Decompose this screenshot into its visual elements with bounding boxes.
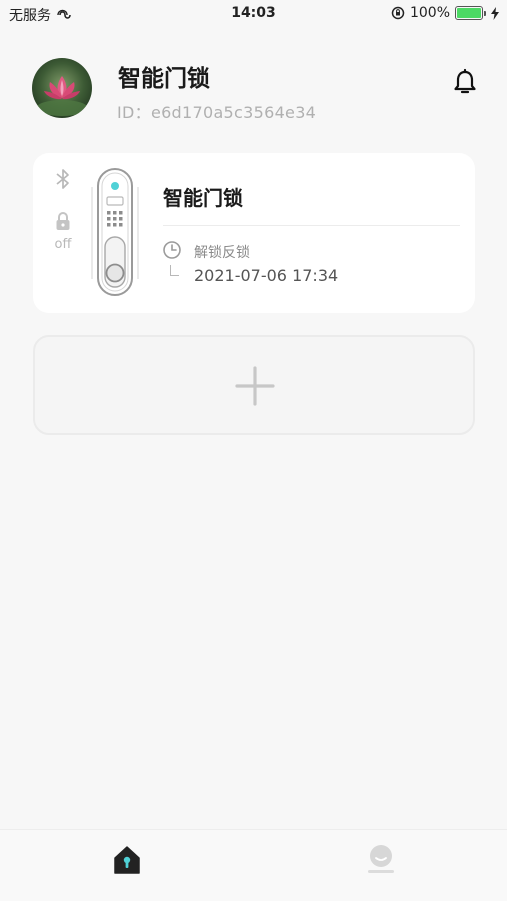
tab-bar (0, 829, 507, 901)
device-card[interactable]: off 智能门锁 解锁反锁 2021-07-06 17:34 (33, 153, 475, 313)
device-id-label: ID：e6d170a5c3564e34 (117, 103, 317, 122)
lock-state-label: off (54, 237, 72, 252)
last-event-label: 解锁反锁 (194, 245, 250, 261)
avatar[interactable] (32, 58, 92, 118)
door-lock-image (91, 168, 139, 296)
clock-icon (163, 241, 181, 259)
event-connector (170, 265, 179, 276)
page-title: 智能门锁 (118, 66, 210, 92)
tab-profile[interactable] (365, 843, 397, 875)
bluetooth-icon (56, 169, 69, 189)
bell-icon (454, 68, 476, 94)
battery-level (457, 8, 481, 18)
plus-icon (235, 366, 275, 406)
lotus-avatar-image (32, 58, 92, 118)
home-icon (114, 846, 140, 874)
card-divider (163, 225, 460, 226)
status-bar: 无服务 14:03 100% (0, 0, 507, 28)
lock-icon (56, 212, 70, 230)
battery-cap (484, 10, 486, 16)
last-event-time: 2021-07-06 17:34 (194, 266, 339, 285)
notifications-button[interactable] (451, 67, 479, 97)
battery-icon (455, 6, 483, 20)
battery-percent: 100% (409, 5, 450, 21)
status-right: 100% (391, 5, 499, 21)
add-device-button[interactable] (33, 335, 475, 435)
rotation-lock-icon (391, 6, 405, 20)
profile-icon (368, 845, 394, 873)
header: 智能门锁 ID：e6d170a5c3564e34 (0, 55, 507, 125)
tab-home[interactable] (112, 845, 142, 875)
device-name: 智能门锁 (163, 186, 243, 210)
lock-status: off (52, 211, 74, 252)
charging-icon (491, 6, 499, 20)
